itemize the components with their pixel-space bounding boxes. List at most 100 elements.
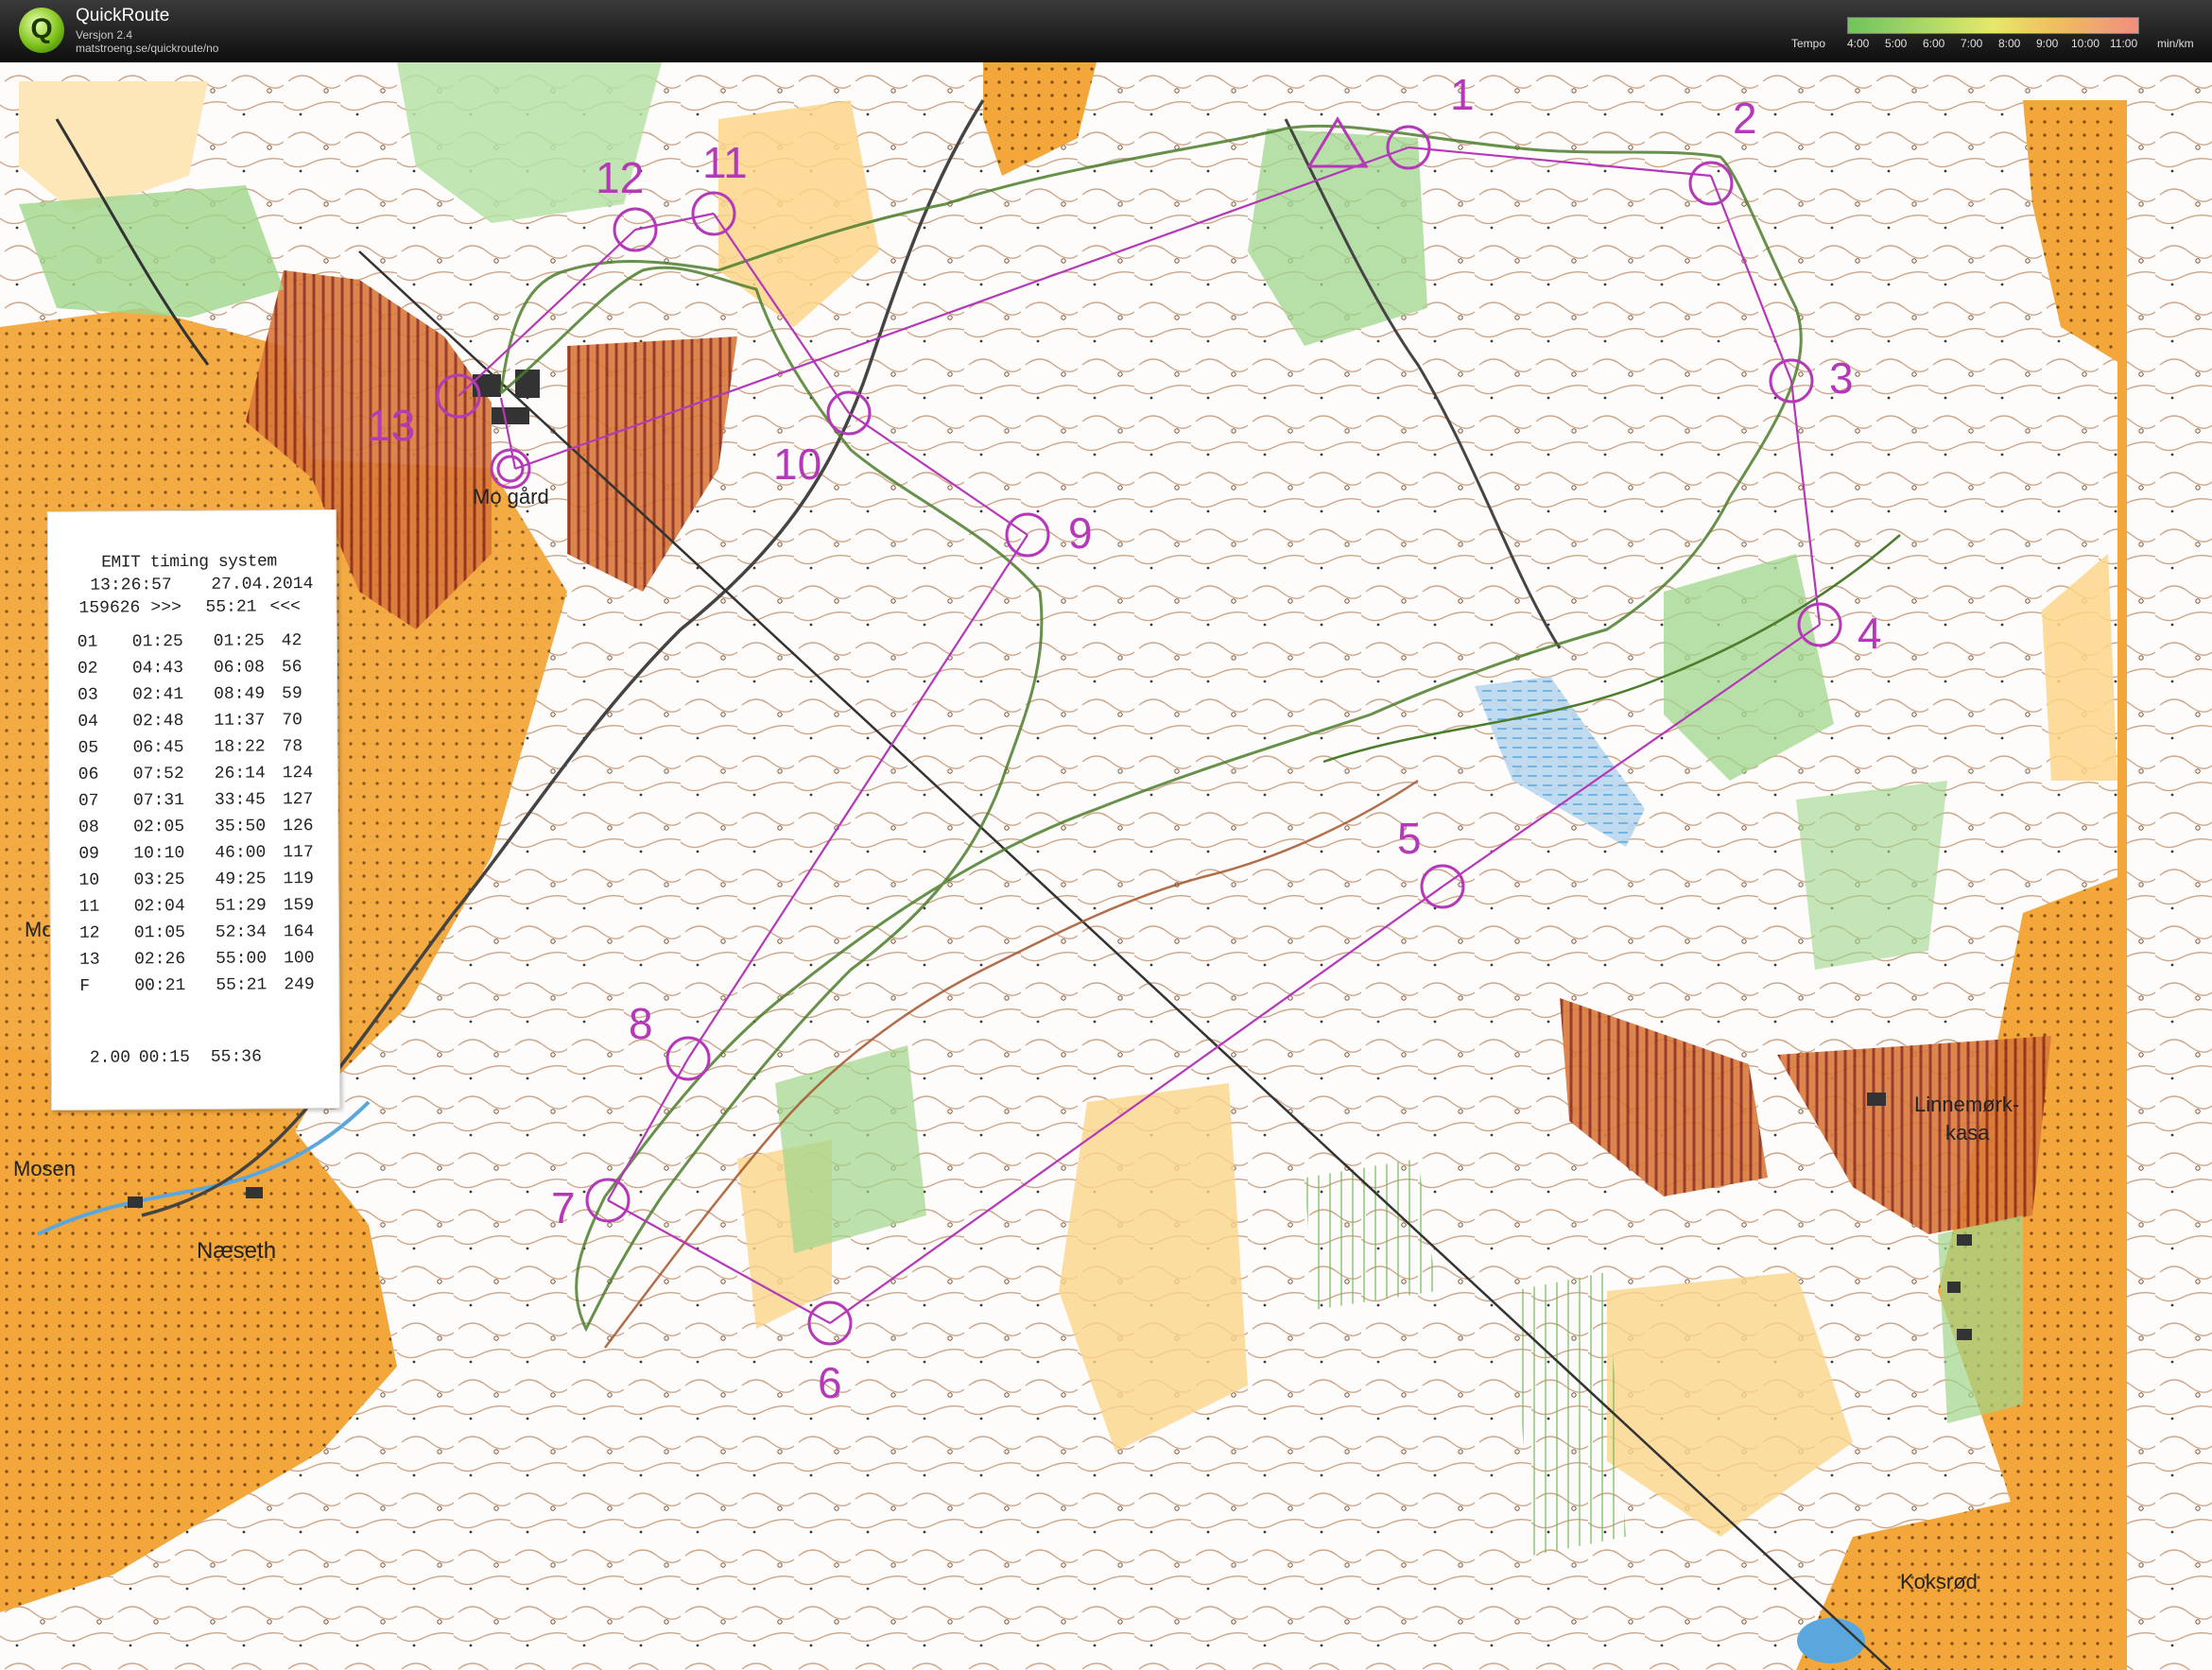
tempo-label: Tempo: [1791, 37, 1826, 50]
receipt-arrows-right: <<<: [269, 597, 301, 617]
receipt-footer-c: 55:36: [210, 1047, 262, 1067]
receipt-footer-a: 2.00: [89, 1048, 131, 1068]
row-split: 10:10: [133, 844, 185, 864]
row-code: 100: [284, 949, 315, 969]
row-split: 01:05: [133, 923, 185, 943]
row-control: 11: [78, 897, 100, 917]
control-number-9: 9: [1068, 508, 1093, 558]
receipt-title: EMIT timing system: [101, 552, 277, 573]
row-split: 02:41: [132, 685, 184, 705]
orienteering-map[interactable]: 1 2 3 4 5 6 7 8 9 10 11 12 13 Mo gård Mo…: [0, 62, 2212, 1670]
tempo-color-scale: [1847, 17, 2139, 34]
building: [246, 1187, 263, 1198]
receipt-row: 04 02:48 11:37 70: [78, 711, 333, 735]
row-elapsed: 01:25: [213, 631, 265, 651]
tempo-tick: 11:00: [2110, 37, 2138, 50]
row-code: 124: [282, 764, 314, 783]
row-control: 08: [78, 818, 99, 837]
receipt-row: 08 02:05 35:50 126: [78, 817, 334, 841]
receipt-arrows-left: >>>: [150, 598, 181, 618]
row-control: 02: [77, 659, 98, 679]
emit-timing-receipt: EMIT timing system 13:26:57 27.04.2014 1…: [46, 508, 341, 1111]
building: [1957, 1329, 1972, 1340]
tempo-tick: 10:00: [2071, 37, 2100, 50]
control-number-2: 2: [1733, 94, 1757, 143]
receipt-date: 27.04.2014: [211, 575, 314, 594]
row-control: 03: [78, 685, 98, 705]
building: [128, 1197, 143, 1208]
place-name-mo-gard: Mo gård: [473, 485, 549, 508]
receipt-time: 13:26:57: [90, 576, 172, 595]
control-number-3: 3: [1829, 353, 1854, 403]
row-control: F: [79, 976, 91, 996]
row-elapsed: 51:29: [215, 896, 267, 916]
place-name-linnemork-line2: kasa: [1945, 1121, 1990, 1145]
row-elapsed: 26:14: [214, 764, 266, 783]
undergrowth-b: [1512, 1272, 1626, 1556]
green-vegetation-g: [1938, 1215, 2023, 1423]
row-control: 07: [78, 791, 99, 811]
row-control: 05: [78, 738, 99, 758]
row-elapsed: 33:45: [214, 790, 267, 810]
row-code: 78: [282, 737, 303, 757]
row-split: 00:21: [134, 976, 186, 996]
row-elapsed: 46:00: [215, 843, 267, 863]
row-split: 07:31: [132, 791, 185, 811]
row-control: 04: [78, 712, 99, 732]
place-name-linnemork-line1: Linnemørk-: [1914, 1093, 2019, 1116]
row-elapsed: 18:22: [214, 737, 266, 757]
building: [515, 370, 540, 398]
row-split: 02:04: [133, 897, 185, 917]
row-split: 02:05: [133, 818, 185, 837]
receipt-row: 06 07:52 26:14 124: [78, 764, 334, 788]
row-elapsed: 08:49: [214, 684, 266, 704]
receipt-row: 12 01:05 52:34 164: [79, 922, 335, 947]
row-control: 12: [78, 923, 100, 943]
receipt-total-time: 55:21: [205, 597, 257, 617]
receipt-row: 09 10:10 46:00 117: [78, 843, 334, 868]
control-number-11: 11: [702, 138, 748, 187]
row-control: 01: [77, 632, 98, 652]
row-elapsed: 06:08: [213, 658, 266, 678]
control-number-4: 4: [1858, 609, 1882, 658]
control-number-7: 7: [551, 1183, 576, 1232]
place-name-koksrod: Koksrød: [1900, 1570, 1978, 1593]
row-split: 01:25: [131, 632, 183, 652]
row-code: 56: [281, 658, 302, 678]
receipt-row: F 00:21 55:21 249: [79, 975, 335, 1000]
receipt-row: 01 01:25 01:25 42: [78, 631, 333, 656]
row-control: 09: [78, 844, 100, 864]
receipt-row: 02 04:43 06:08 56: [78, 658, 333, 682]
building: [1867, 1093, 1886, 1106]
row-split: 06:45: [132, 738, 184, 758]
row-elapsed: 49:25: [215, 869, 267, 889]
row-code: 42: [281, 631, 302, 651]
building: [1947, 1282, 1961, 1293]
place-name-naeseth: Næseth: [197, 1238, 276, 1264]
app-title: QuickRoute: [76, 6, 170, 26]
app-header-bar: Q QuickRoute Versjon 2.4 matstroeng.se/q…: [0, 0, 2212, 62]
row-split: 03:25: [133, 870, 185, 890]
row-code: 126: [283, 817, 314, 836]
tempo-tick: 4:00: [1847, 37, 1870, 50]
row-code: 159: [283, 896, 315, 916]
receipt-row: 11 02:04 51:29 159: [79, 896, 335, 921]
quickroute-logo-icon: Q: [19, 8, 64, 53]
app-url[interactable]: matstroeng.se/quickroute/no: [76, 42, 218, 55]
receipt-footer-b: 00:15: [138, 1048, 190, 1068]
receipt-row: 07 07:31 33:45 127: [78, 790, 334, 815]
tempo-tick: 8:00: [1998, 37, 2021, 50]
tempo-tick: 6:00: [1923, 37, 1945, 50]
row-code: 249: [284, 975, 315, 995]
receipt-row: 03 02:41 08:49 59: [78, 684, 333, 709]
control-number-12: 12: [596, 153, 644, 202]
row-elapsed: 55:00: [216, 949, 268, 969]
control-number-10: 10: [773, 439, 821, 489]
row-split: 07:52: [132, 765, 184, 784]
tempo-tick: 5:00: [1885, 37, 1908, 50]
row-code: 59: [282, 684, 302, 704]
building: [1957, 1234, 1972, 1246]
row-code: 70: [282, 711, 303, 731]
place-name-mosen: Mosen: [13, 1157, 76, 1180]
row-elapsed: 52:34: [215, 922, 267, 942]
